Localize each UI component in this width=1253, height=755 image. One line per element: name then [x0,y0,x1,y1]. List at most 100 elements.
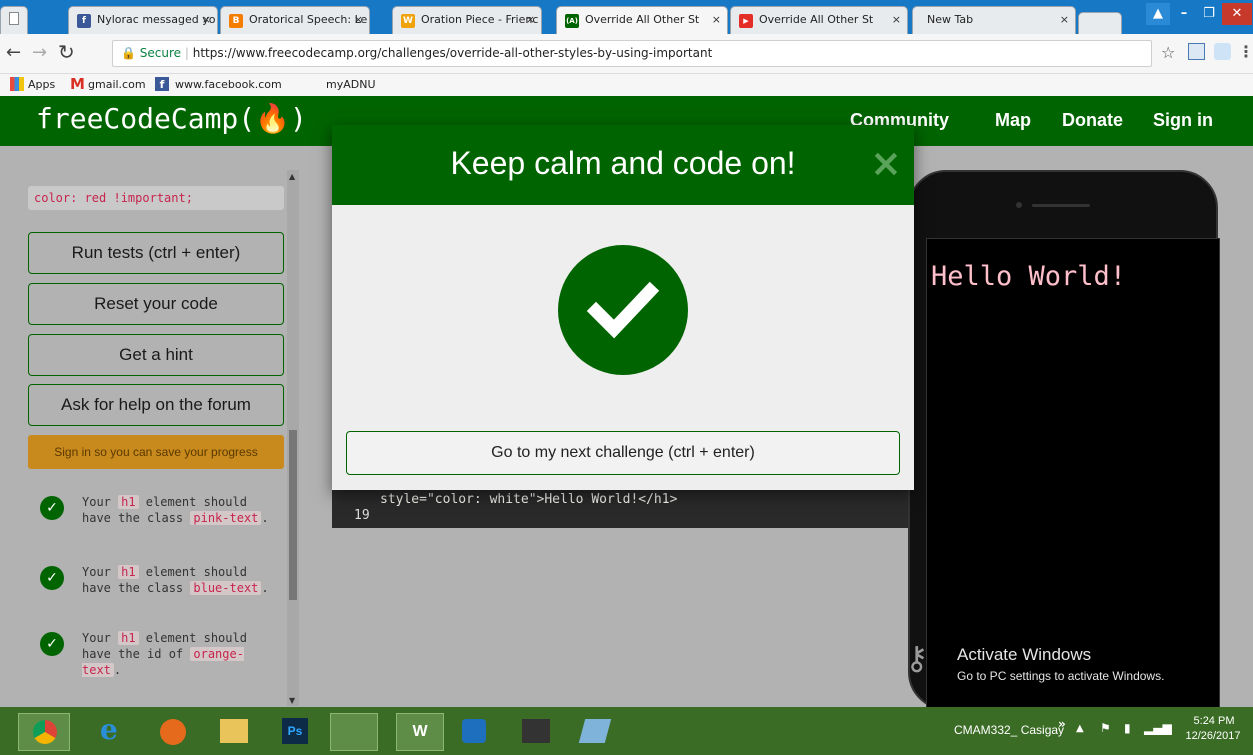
flag-icon[interactable]: ⚑ [1100,721,1111,735]
watermark-subtitle: Go to PC settings to activate Windows. [957,669,1165,683]
ie-icon[interactable]: e [100,713,118,746]
line-number: 19 [354,508,370,523]
scroll-down-icon[interactable]: ▼ [289,696,295,705]
tab-5[interactable]: ▶ Override All Other St × [730,6,908,34]
photoshop-icon[interactable]: Ps [282,718,308,744]
tab-title: Override All Other St [759,13,874,26]
battery-icon[interactable]: ▮ [1124,721,1131,735]
close-tab-icon[interactable]: × [892,7,901,33]
back-icon[interactable]: ← [6,42,21,63]
check-circle-icon: ✓ [40,496,64,520]
scribd-icon: W [401,14,415,28]
url-text: https://www.freecodecamp.org/challenges/… [192,46,713,60]
reset-code-button[interactable]: Reset your code [28,283,284,325]
freecodecamp-icon: (A) [565,14,579,28]
success-check-icon [558,245,688,375]
tab-title: Oration Piece - Frienc [421,13,539,26]
key-icon: ⚷ [905,639,929,677]
tray-up-icon[interactable]: ▲ [1076,723,1084,734]
close-tab-icon[interactable]: × [1060,7,1069,33]
next-challenge-button[interactable]: Go to my next challenge (ctrl + enter) [346,431,900,475]
extension-icon[interactable] [1188,43,1205,60]
apps-icon [10,77,24,91]
lock-icon: 🔒 [121,46,136,60]
modal-header: Keep calm and code on! × [332,125,914,205]
new-tab-button[interactable] [1078,12,1122,34]
clock-time[interactable]: 5:24 PM [1184,715,1244,727]
restore-icon[interactable]: ❐ [1198,3,1220,25]
run-tests-button[interactable]: Run tests (ctrl + enter) [28,232,284,274]
test-item: ✓ Your h1 element should have the id of … [40,630,280,678]
test-item: ✓ Your h1 element should have the class … [40,494,280,526]
notes-icon[interactable] [578,719,612,743]
menu-icon[interactable]: ⋮ [1238,42,1253,61]
clock-date[interactable]: 12/26/2017 [1178,730,1248,742]
sidebar-scrollbar[interactable]: ▲ ▼ [287,170,299,706]
facebook-icon: f [77,14,91,28]
tab-title: New Tab [927,13,974,26]
editor-line: style="color: white">Hello World!</h1> [380,492,678,507]
close-tab-icon[interactable]: × [526,7,535,33]
taskbar-user[interactable]: CMAM332_ Casigay [954,723,1064,737]
bookmark-gmail[interactable]: gmail.com [88,78,146,91]
close-window-icon[interactable]: ✕ [1222,3,1252,25]
close-tab-icon[interactable]: × [712,7,721,33]
phone-preview: Hello World! [908,170,1220,707]
scroll-up-icon[interactable]: ▲ [289,172,295,181]
browser-tab-strip: f Nylorac messaged yo × B Oratorical Speech… [0,0,1253,35]
bookmark-myadnu[interactable]: myADNU [326,78,376,91]
forward-icon[interactable]: → [32,42,47,63]
minimize-icon[interactable]: – [1172,3,1196,25]
chrome-icon [33,720,57,744]
preview-heading: Hello World! [931,261,1127,292]
overflow-icon[interactable]: » [1058,717,1066,731]
tab-1[interactable]: f Nylorac messaged yo × [68,6,218,34]
user-icon[interactable]: ▲ [1146,3,1170,25]
media-player-icon[interactable] [462,719,486,743]
bookmark-apps[interactable]: Apps [28,78,55,91]
nav-map[interactable]: Map [995,110,1031,131]
tab-6[interactable]: New Tab × [912,6,1076,34]
firefox-icon[interactable] [160,719,186,745]
signin-banner[interactable]: Sign in so you can save your progress [28,435,284,469]
youtube-icon: ▶ [739,14,753,28]
tab-blank[interactable] [0,6,28,34]
bookmarks-bar: Apps M gmail.com f www.facebook.com myAD… [0,74,1253,96]
star-icon[interactable]: ☆ [1161,43,1175,62]
code-editor[interactable]: style="color: white">Hello World!</h1> 1… [332,490,908,528]
browser-toolbar: ← → ↻ 🔒 Secure | https://www.freecodecam… [0,34,1253,74]
close-tab-icon[interactable]: × [202,7,211,33]
close-icon[interactable]: × [870,141,902,185]
gmail-icon: M [70,75,85,93]
remote-desktop-icon[interactable] [330,713,378,751]
file-explorer-icon[interactable] [220,719,248,743]
extension-icon-2[interactable] [1214,43,1231,60]
preview-screen: Hello World! [926,238,1220,707]
tab-4-active[interactable]: (A) Override All Other St × [556,6,728,35]
blogger-icon: B [229,14,243,28]
secure-label: Secure [139,46,182,60]
phone-camera [1016,202,1022,208]
tab-title: Oratorical Speech: Le [249,13,368,26]
watermark-title: Activate Windows [957,645,1092,664]
close-tab-icon[interactable]: × [354,7,363,33]
scrollbar-thumb[interactable] [289,430,297,600]
tab-3[interactable]: W Oration Piece - Frienc × [392,6,542,34]
tab-title: Override All Other St [585,13,700,26]
reload-icon[interactable]: ↻ [58,40,75,64]
nav-donate[interactable]: Donate [1062,110,1123,131]
keyboard-icon[interactable] [522,719,550,743]
bookmark-facebook[interactable]: www.facebook.com [175,78,282,91]
nav-sign-in[interactable]: Sign in [1153,110,1213,131]
tab-2[interactable]: B Oratorical Speech: Le × [220,6,370,34]
phone-speaker [1032,204,1090,207]
page-icon [9,12,19,25]
chrome-taskbar-button[interactable] [18,713,70,751]
signal-icon[interactable]: ▂▄▆ [1144,721,1172,735]
address-bar[interactable]: 🔒 Secure | https://www.freecodecamp.org/… [112,40,1152,67]
word-icon[interactable]: W [396,713,444,751]
ask-forum-button[interactable]: Ask for help on the forum [28,384,284,426]
fcc-logo[interactable]: freeCodeCamp(🔥) [36,102,307,135]
check-circle-icon: ✓ [40,566,64,590]
get-hint-button[interactable]: Get a hint [28,334,284,376]
